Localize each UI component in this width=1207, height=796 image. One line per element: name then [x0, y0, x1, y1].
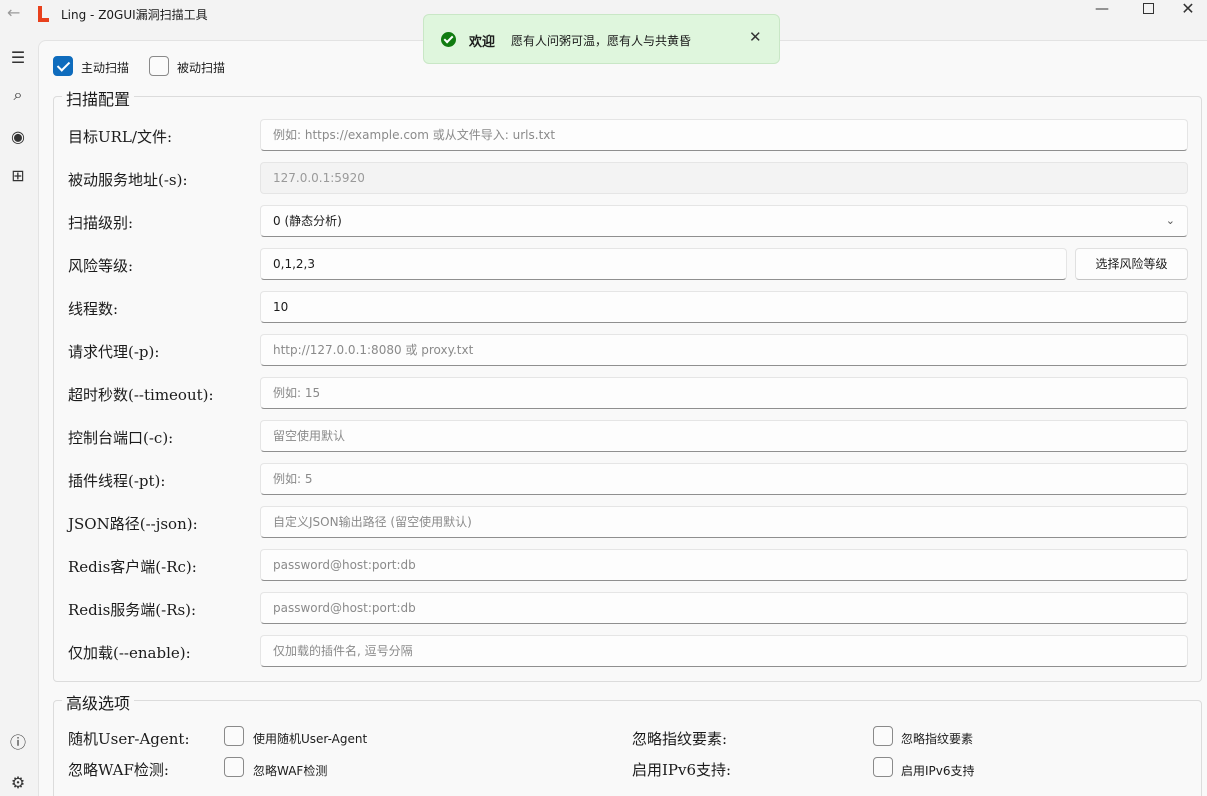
random-ua-option[interactable]: 使用随机User-Agent	[253, 730, 367, 747]
advanced-options-title: 高级选项	[62, 690, 135, 714]
target-url-input[interactable]: 例如: https://example.com 或从文件导入: urls.txt	[260, 119, 1188, 151]
proxy-label: 请求代理(-p):	[68, 343, 160, 361]
risk-level-label: 风险等级:	[68, 257, 134, 275]
ignore-fingerprint-option[interactable]: 忽略指纹要素	[901, 730, 973, 747]
plugin-threads-input[interactable]: 例如: 5	[260, 463, 1188, 495]
json-path-label: JSON路径(--json):	[68, 515, 198, 533]
ignore-waf-label: 忽略WAF检测:	[68, 761, 169, 779]
toast-title: 欢迎	[469, 35, 496, 50]
close-button[interactable]: ✕	[1165, 0, 1207, 30]
proxy-input[interactable]: http://127.0.0.1:8080 或 proxy.txt	[260, 334, 1188, 366]
success-check-icon	[441, 32, 456, 47]
app-logo-icon	[38, 6, 50, 22]
json-path-input[interactable]: 自定义JSON输出路径 (留空使用默认)	[260, 506, 1188, 538]
risk-level-input[interactable]: 0,1,2,3	[260, 248, 1067, 280]
settings-icon[interactable]: ⚙	[3, 767, 33, 796]
info-icon[interactable]: ⓘ	[3, 726, 33, 756]
toast-message: 愿有人问粥可温，愿有人与共黄昏	[511, 34, 692, 48]
eye-icon[interactable]: ◉	[3, 121, 33, 151]
scan-level-select[interactable]: 0 (静态分析) ⌄	[260, 205, 1188, 237]
menu-icon[interactable]: ☰	[3, 42, 33, 72]
redis-server-input[interactable]: password@host:port:db	[260, 592, 1188, 624]
threads-label: 线程数:	[68, 300, 119, 318]
maximize-icon	[1142, 3, 1154, 14]
passive-server-label: 被动服务地址(-s):	[68, 171, 188, 189]
enable-only-input[interactable]: 仅加载的插件名, 逗号分隔	[260, 635, 1188, 667]
console-port-label: 控制台端口(-c):	[68, 429, 174, 447]
ipv6-label: 启用IPv6支持:	[632, 761, 732, 779]
scan-config-title: 扫描配置	[62, 86, 135, 110]
chevron-down-icon: ⌄	[1165, 214, 1175, 227]
passive-scan-label[interactable]: 被动扫描	[177, 59, 225, 76]
plugin-threads-label: 插件线程(-pt):	[68, 472, 166, 490]
scan-level-value: 0 (静态分析)	[273, 214, 342, 228]
passive-scan-checkbox[interactable]	[149, 56, 169, 76]
back-arrow-icon[interactable]: ←	[7, 3, 20, 22]
ignore-fingerprint-label: 忽略指纹要素:	[632, 730, 728, 748]
ignore-waf-checkbox[interactable]	[224, 757, 244, 777]
window-title: Ling - Z0GUI漏洞扫描工具	[61, 8, 208, 22]
ipv6-checkbox[interactable]	[873, 757, 893, 777]
console-port-input[interactable]: 留空使用默认	[260, 420, 1188, 452]
random-ua-checkbox[interactable]	[224, 726, 244, 746]
ignore-waf-option[interactable]: 忽略WAF检测	[253, 762, 327, 779]
redis-client-input[interactable]: password@host:port:db	[260, 549, 1188, 581]
redis-server-label: Redis服务端(-Rs):	[68, 601, 197, 619]
active-scan-checkbox[interactable]	[53, 56, 73, 76]
target-url-label: 目标URL/文件:	[68, 128, 173, 146]
select-risk-level-button[interactable]: 选择风险等级	[1075, 248, 1188, 280]
passive-server-input[interactable]: 127.0.0.1:5920	[260, 162, 1188, 194]
active-scan-label[interactable]: 主动扫描	[81, 59, 129, 76]
timeout-input[interactable]: 例如: 15	[260, 377, 1188, 409]
search-icon[interactable]: ⌕	[3, 80, 33, 110]
nav-rail: ☰ ⌕ ◉ ⊞ ⓘ ⚙	[0, 32, 38, 796]
plugins-icon[interactable]: ⊞	[3, 160, 33, 190]
redis-client-label: Redis客户端(-Rc):	[68, 558, 197, 576]
threads-input[interactable]: 10	[260, 291, 1188, 323]
scan-level-label: 扫描级别:	[68, 214, 134, 232]
timeout-label: 超时秒数(--timeout):	[68, 386, 214, 404]
toast-close-icon[interactable]: ✕	[749, 28, 762, 46]
ignore-fingerprint-checkbox[interactable]	[873, 726, 893, 746]
ipv6-option[interactable]: 启用IPv6支持	[901, 762, 975, 779]
welcome-toast: 欢迎 愿有人问粥可温，愿有人与共黄昏 ✕	[423, 14, 780, 64]
advanced-options-group	[53, 700, 1202, 796]
random-ua-label: 随机User-Agent:	[68, 730, 190, 748]
enable-only-label: 仅加载(--enable):	[68, 644, 191, 662]
minimize-button[interactable]: —	[1079, 0, 1125, 30]
